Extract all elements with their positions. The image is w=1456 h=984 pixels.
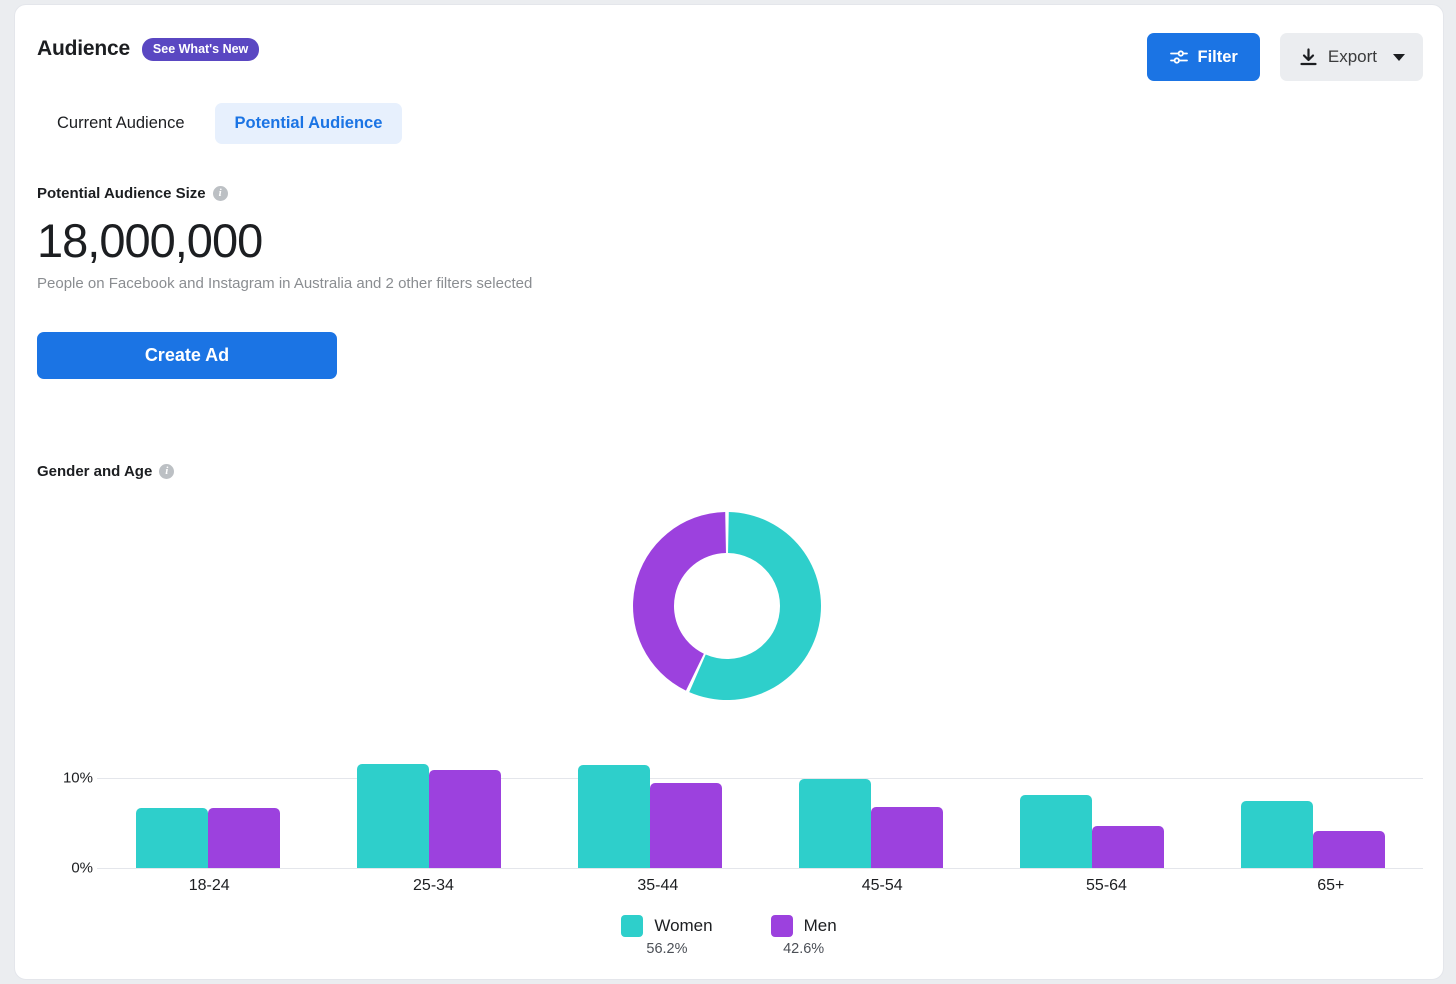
potential-audience-size-block: Potential Audience Size i 18,000,000 Peo… (37, 185, 532, 292)
legend-top: Women (621, 915, 712, 937)
x-axis-label: 35-44 (546, 877, 770, 895)
legend-pct-men: 42.6% (783, 941, 824, 957)
potential-audience-size-label: Potential Audience Size i (37, 185, 532, 202)
audience-tabs: Current Audience Potential Audience (37, 103, 402, 144)
potential-audience-size-value: 18,000,000 (37, 216, 532, 265)
page-title: Audience (37, 37, 130, 61)
bar-men-45-54[interactable] (871, 807, 943, 868)
y-tick-label: 0% (71, 860, 93, 877)
x-axis-label: 18-24 (97, 877, 321, 895)
bar-women-45-54[interactable] (799, 779, 871, 868)
bar-women-18-24[interactable] (136, 808, 208, 868)
export-button-label: Export (1328, 47, 1377, 67)
gender-and-age-label-text: Gender and Age (37, 463, 152, 480)
bar-women-65+[interactable] (1241, 801, 1313, 868)
x-axis-labels: 18-2425-3435-4445-5455-6465+ (97, 877, 1443, 895)
export-button[interactable]: Export (1280, 33, 1423, 81)
x-axis-label: 65+ (1219, 877, 1443, 895)
bar-men-18-24[interactable] (208, 808, 280, 868)
bar-group (981, 735, 1202, 868)
age-gender-bar-chart: 10% 0% (37, 735, 1423, 880)
bar-women-35-44[interactable] (578, 765, 650, 869)
bar-men-35-44[interactable] (650, 783, 722, 868)
info-icon[interactable]: i (159, 464, 174, 479)
bar-women-25-34[interactable] (357, 764, 429, 868)
chart-legend: Women 56.2% Men 42.6% (15, 915, 1443, 957)
tab-potential-audience[interactable]: Potential Audience (215, 103, 403, 144)
audience-panel: Audience See What's New (14, 4, 1444, 980)
x-axis-label: 25-34 (321, 877, 545, 895)
sliders-icon (1169, 47, 1189, 67)
filter-button-label: Filter (1198, 48, 1238, 67)
caret-down-icon (1393, 54, 1405, 61)
bar-plot (97, 735, 1423, 868)
legend-label-men: Men (804, 916, 837, 936)
potential-audience-size-description: People on Facebook and Instagram in Aust… (37, 275, 532, 292)
legend-swatch-men (771, 915, 793, 937)
bar-group (318, 735, 539, 868)
legend-pct-women: 56.2% (646, 941, 687, 957)
header-actions: Filter Export (1147, 33, 1423, 81)
bar-group (97, 735, 318, 868)
legend-top: Men (771, 915, 837, 937)
see-whats-new-badge[interactable]: See What's New (142, 38, 259, 61)
y-tick-label: 10% (63, 770, 93, 787)
legend-label-women: Women (654, 916, 712, 936)
bar-group (539, 735, 760, 868)
legend-item-men[interactable]: Men 42.6% (771, 915, 837, 957)
x-axis-label: 45-54 (770, 877, 994, 895)
download-icon (1298, 47, 1319, 68)
legend-item-women[interactable]: Women 56.2% (621, 915, 712, 957)
panel-header: Audience See What's New (15, 5, 1443, 91)
bar-men-25-34[interactable] (429, 770, 501, 868)
info-icon[interactable]: i (213, 186, 228, 201)
y-axis: 10% 0% (37, 735, 93, 880)
gender-and-age-label: Gender and Age i (37, 463, 174, 480)
bar-men-55-64[interactable] (1092, 826, 1164, 868)
bar-women-55-64[interactable] (1020, 795, 1092, 868)
x-axis-label: 55-64 (994, 877, 1218, 895)
gender-donut-chart (631, 510, 823, 702)
bar-men-65+[interactable] (1313, 831, 1385, 868)
legend-swatch-women (621, 915, 643, 937)
filter-button[interactable]: Filter (1147, 33, 1260, 81)
bar-group (760, 735, 981, 868)
bar-group (1202, 735, 1423, 868)
potential-audience-size-label-text: Potential Audience Size (37, 185, 206, 202)
title-row: Audience See What's New (37, 37, 259, 61)
page-background: Audience See What's New (0, 0, 1456, 984)
tab-current-audience[interactable]: Current Audience (37, 103, 205, 144)
create-ad-button[interactable]: Create Ad (37, 332, 337, 379)
gridline-0pct (97, 868, 1423, 869)
